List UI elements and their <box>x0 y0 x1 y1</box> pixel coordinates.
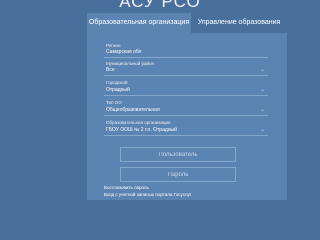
city-select[interactable]: Отрадный ⌄ <box>104 86 268 96</box>
tab-educational-organization[interactable]: Образовательная организация <box>87 13 191 33</box>
org-type-select[interactable]: Общеобразовательная ⌄ <box>104 106 268 116</box>
restore-password-link[interactable]: Восстановить пароль <box>104 185 149 191</box>
app-title-text: АСУ РСО <box>119 0 201 11</box>
region-field[interactable]: Самарская обл <box>104 48 268 58</box>
organization-select[interactable]: ГБОУ ООШ № 2 г.о. Отрадный ⌄ <box>104 126 268 136</box>
app-title: АСУ РСО <box>0 0 320 14</box>
chevron-down-icon: ⌄ <box>259 67 265 73</box>
organization-label: Образовательная организация <box>106 120 171 125</box>
password-input[interactable] <box>120 167 236 182</box>
district-select[interactable]: Все ⌄ <box>104 66 268 76</box>
org-type-value: Общеобразовательная <box>106 107 160 113</box>
city-value: Отрадный <box>106 87 130 93</box>
tab-education-management[interactable]: Управление образования <box>191 13 287 33</box>
chevron-down-icon: ⌄ <box>259 107 265 113</box>
gosuslugi-login-link[interactable]: Вход с учетной записью портала Госуслуг <box>104 192 192 198</box>
chevron-down-icon: ⌄ <box>259 87 265 93</box>
city-label: Городской <box>106 80 128 85</box>
organization-value: ГБОУ ООШ № 2 г.о. Отрадный <box>106 127 177 133</box>
chevron-down-icon: ⌄ <box>259 127 265 133</box>
username-input[interactable] <box>120 147 236 162</box>
region-value: Самарская обл <box>106 49 142 55</box>
org-type-label: Тип ОО <box>106 100 122 105</box>
district-value: Все <box>106 67 115 73</box>
